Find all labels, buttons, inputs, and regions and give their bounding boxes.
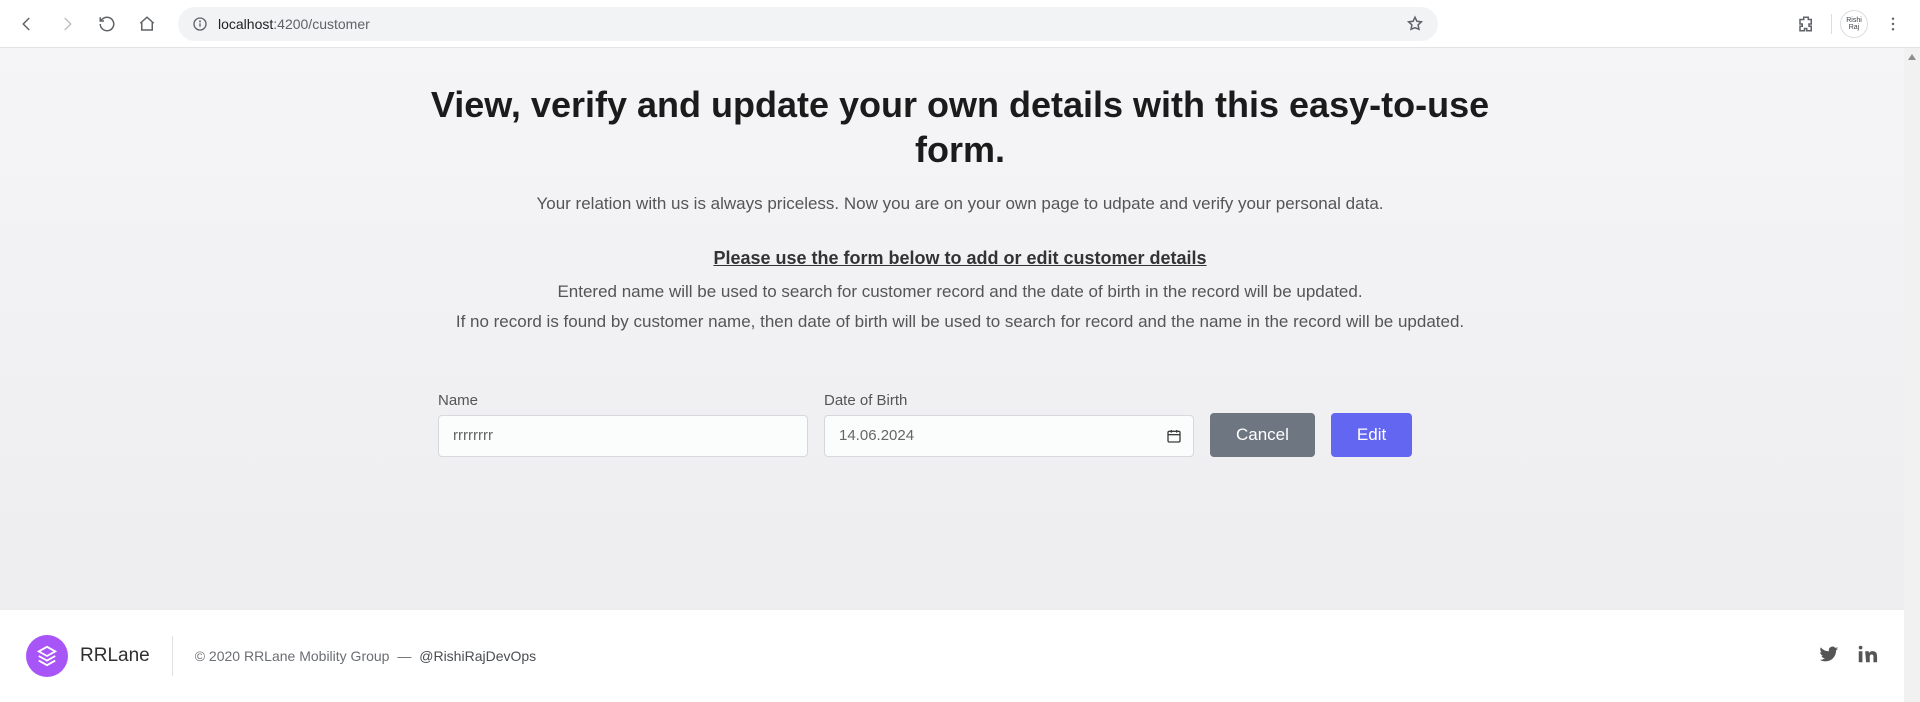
page-subheadline: Your relation with us is always priceles… xyxy=(430,194,1490,214)
profile-avatar[interactable]: Rishi Raj xyxy=(1840,10,1868,38)
nav-back-button[interactable] xyxy=(10,7,44,41)
url-host: localhost:4200/customer xyxy=(218,16,370,32)
customer-form: Name Date of Birth Cancel Edit xyxy=(430,392,1490,457)
footer-copyright: © 2020 RRLane Mobility Group — @RishiRaj… xyxy=(195,648,536,664)
browser-chrome: localhost:4200/customer Rishi Raj xyxy=(0,0,1920,48)
chrome-divider xyxy=(1831,14,1832,34)
help-text-1: Entered name will be used to search for … xyxy=(430,279,1490,305)
linkedin-link[interactable] xyxy=(1856,643,1878,670)
chrome-menu-button[interactable] xyxy=(1876,7,1910,41)
page-body: View, verify and update your own details… xyxy=(0,48,1920,702)
twitter-icon xyxy=(1818,643,1840,665)
page-headline: View, verify and update your own details… xyxy=(430,82,1490,172)
brand-logo-icon xyxy=(26,635,68,677)
edit-button[interactable]: Edit xyxy=(1331,413,1412,457)
extensions-button[interactable] xyxy=(1789,7,1823,41)
twitter-link[interactable] xyxy=(1818,643,1840,670)
brand-name: RRLane xyxy=(80,645,150,667)
footer-divider xyxy=(172,636,173,676)
bookmark-star-icon[interactable] xyxy=(1406,15,1424,33)
dob-label: Date of Birth xyxy=(824,392,1194,409)
linkedin-icon xyxy=(1856,643,1878,665)
author-link[interactable]: @RishiRajDevOps xyxy=(419,648,536,664)
footer: RRLane © 2020 RRLane Mobility Group — @R… xyxy=(0,610,1904,702)
name-input[interactable] xyxy=(438,415,808,457)
home-button[interactable] xyxy=(130,7,164,41)
help-text-2: If no record is found by customer name, … xyxy=(430,309,1490,335)
scrollbar[interactable] xyxy=(1904,48,1920,702)
site-info-icon xyxy=(192,16,208,32)
instructions-title: Please use the form below to add or edit… xyxy=(430,248,1490,269)
address-bar[interactable]: localhost:4200/customer xyxy=(178,7,1438,41)
reload-button[interactable] xyxy=(90,7,124,41)
nav-forward-button[interactable] xyxy=(50,7,84,41)
dob-input[interactable] xyxy=(824,415,1194,457)
cancel-button[interactable]: Cancel xyxy=(1210,413,1315,457)
calendar-icon[interactable] xyxy=(1166,428,1182,444)
name-label: Name xyxy=(438,392,808,409)
